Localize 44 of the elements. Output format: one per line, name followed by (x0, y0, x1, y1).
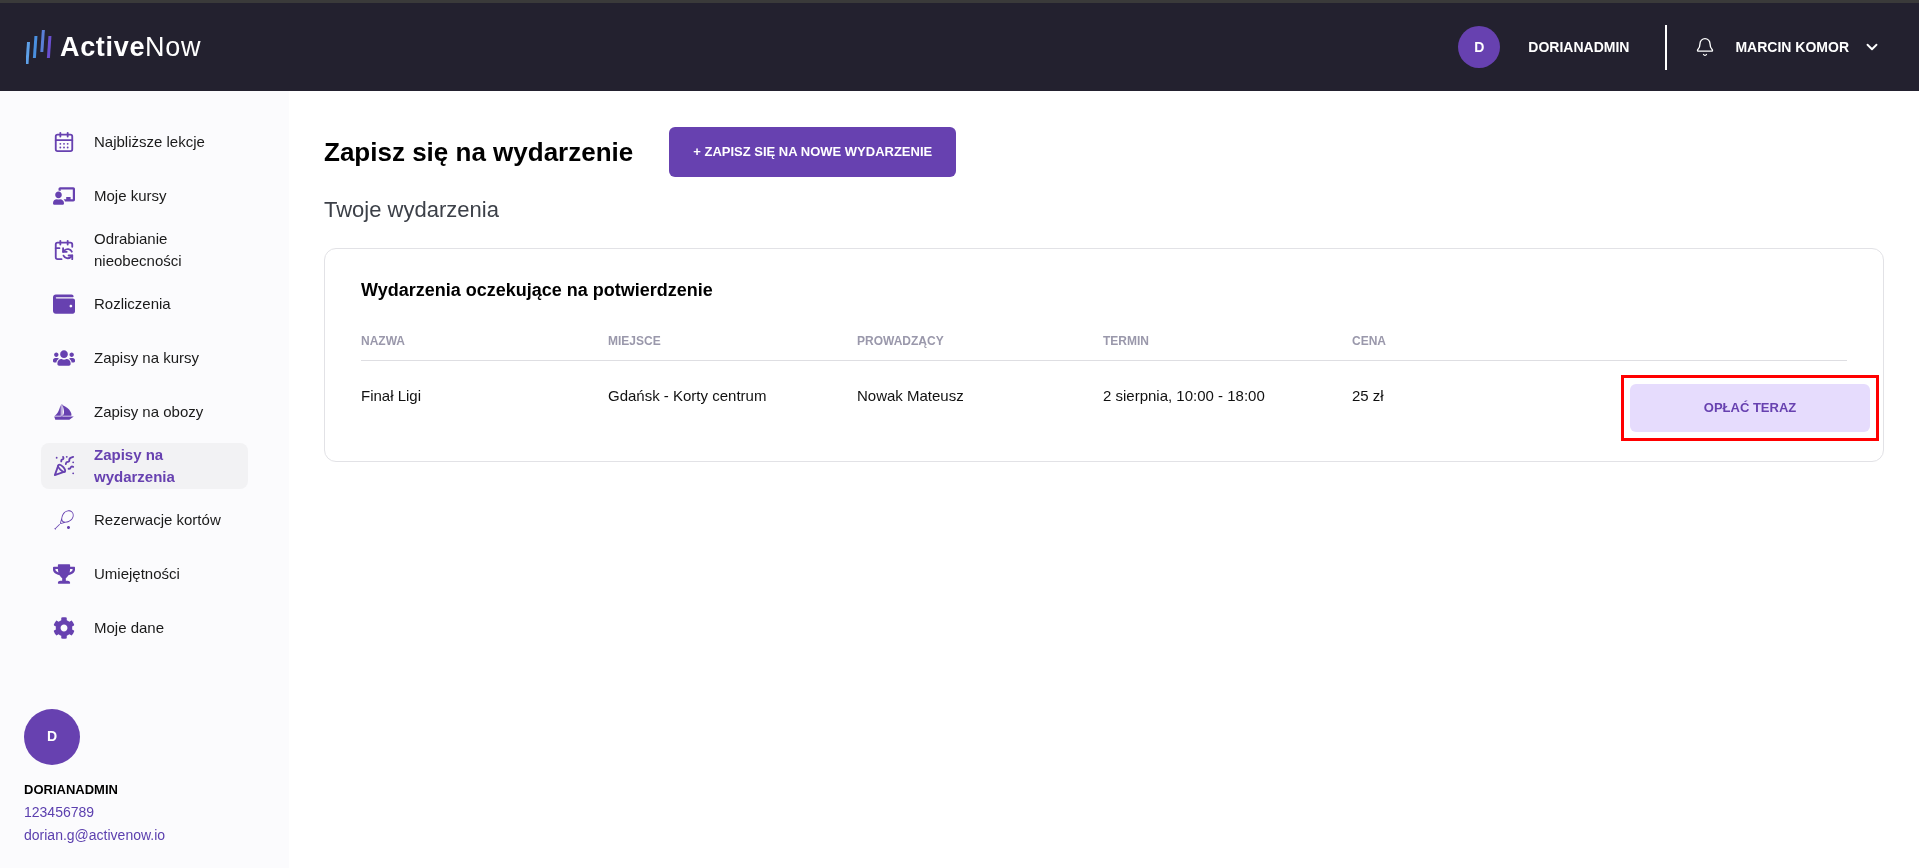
avatar[interactable]: D (1458, 26, 1501, 68)
calendar-refresh-icon (53, 239, 75, 261)
card-title: Wydarzenia oczekujące na potwierdzenie (361, 279, 714, 302)
section-subtitle: Twoje wydarzenia (324, 196, 500, 224)
sidebar-item[interactable]: Zapisy na obozy (41, 389, 248, 435)
user-menu[interactable]: MARCIN KOMOR (1735, 36, 1881, 58)
table-cell-text: Nowak Mateusz (857, 386, 965, 406)
trophy-icon (53, 563, 75, 585)
settings-icon (53, 617, 75, 639)
notifications-bell-icon[interactable] (1695, 36, 1716, 58)
sidebar-item[interactable]: Zapisy na kursy (41, 335, 248, 381)
page-title: Zapisz się na wydarzenie (324, 135, 634, 169)
wallet-icon (53, 293, 75, 315)
profile-email: dorian.g@activenow.io (24, 826, 167, 845)
column-header: CENA (1352, 333, 1387, 350)
sidebar-item[interactable]: Moje dane (41, 605, 248, 651)
logo-icon (26, 28, 52, 66)
table-cell-text: 2 sierpnia, 10:00 - 18:00 (1103, 386, 1266, 406)
account-name[interactable]: DORIANADMIN (1528, 36, 1630, 58)
profile-avatar: D (24, 708, 80, 765)
sidebar-item[interactable]: Umiejętności (41, 551, 248, 597)
sidebar-item[interactable]: Moje kursy (41, 173, 248, 219)
party-popper-icon (53, 455, 75, 477)
sidebar-item[interactable]: Odrabianie nieobecności (41, 227, 248, 273)
profile-name: DORIANADMIN (24, 780, 119, 799)
table-cell-text: Finał Ligi (361, 386, 423, 406)
sidebar-item[interactable]: Zapisy na wydarzenia (41, 443, 248, 489)
column-header: MIEJSCE (608, 333, 662, 350)
calendar-icon (53, 131, 75, 153)
column-header: PROWADZĄCY (857, 333, 945, 350)
racket-icon (53, 509, 75, 531)
sidebar-item[interactable]: Najbliższe lekcje (41, 119, 248, 165)
column-header: NAZWA (361, 333, 406, 350)
column-header: TERMIN (1103, 333, 1150, 350)
table-cell-text: Gdańsk - Korty centrum (608, 386, 768, 406)
sidebar-item[interactable]: Rezerwacje kortów (41, 497, 248, 543)
teacher-board-icon (53, 185, 75, 207)
logo-text: ActiveNow (60, 30, 202, 64)
new-event-button[interactable]: + ZAPISZ SIĘ NA NOWE WYDARZENIE (669, 127, 957, 177)
table-cell-text: 25 zł (1352, 386, 1385, 406)
sidebar-item[interactable]: Rozliczenia (41, 281, 248, 327)
profile-phone: 123456789 (24, 803, 96, 822)
pay-now-button[interactable]: OPŁAĆ TERAZ (1630, 384, 1870, 432)
people-icon (53, 347, 75, 369)
